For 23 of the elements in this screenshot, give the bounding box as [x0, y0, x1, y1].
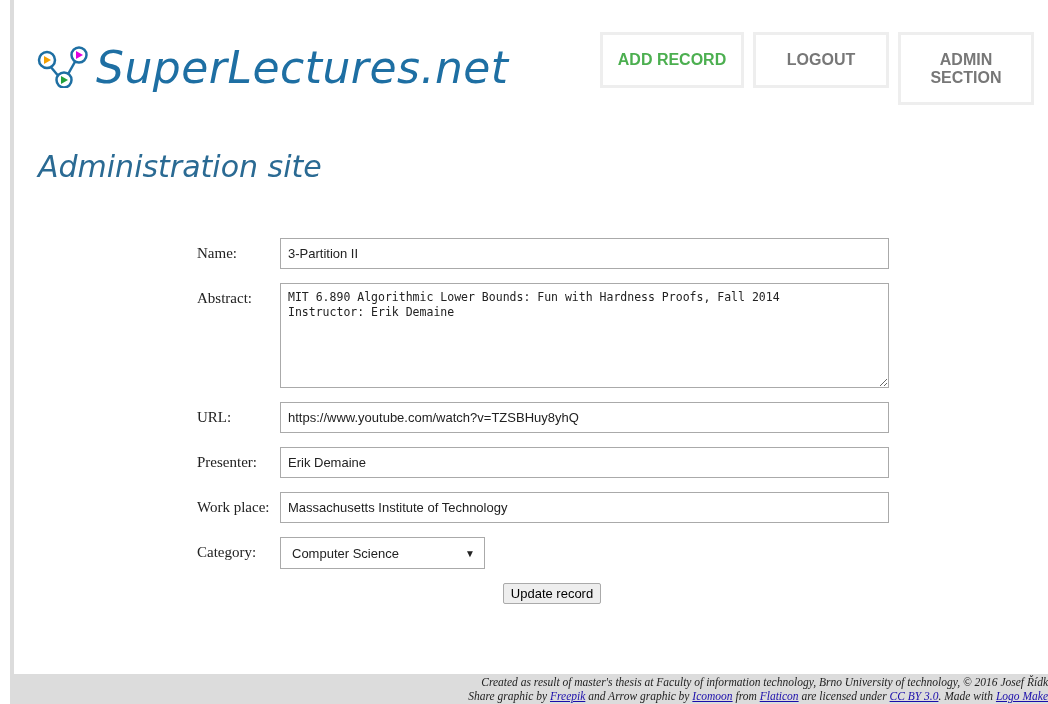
abstract-field[interactable]: MIT 6.890 Algorithmic Lower Bounds: Fun with Hardness Proofs, Fall 2014 Instructor: Erik Demaine: [280, 283, 889, 388]
field-label: Category:: [197, 543, 258, 561]
footer-link[interactable]: Logo Make: [995, 690, 1048, 702]
logo-text[interactable]: SuperLectures.net: [96, 41, 509, 93]
nav-button[interactable]: LOGOUT: [753, 32, 889, 88]
field-label: Abstract:: [197, 289, 253, 307]
page-heading: Administration site: [38, 149, 323, 184]
update-record-button[interactable]: Update record: [502, 583, 602, 604]
text-input-field[interactable]: 3-Partition II: [280, 238, 889, 269]
text-input-field[interactable]: Massachusetts Institute of Technology: [280, 492, 889, 523]
field-label: Name:: [197, 244, 238, 262]
field-label: Presenter:: [197, 453, 258, 471]
category-dropdown[interactable]: Computer Science ▼: [280, 537, 485, 569]
footer-link[interactable]: Icomoon: [692, 690, 733, 702]
nav-button[interactable]: ADMIN SECTION: [898, 32, 1034, 105]
footer-link[interactable]: Freepik: [550, 690, 586, 702]
text-input-field[interactable]: Erik Demaine: [280, 447, 889, 478]
footer-credit-text: Created as result of master's thesis at Faculty of information technology, Brno University of technology, © 2016 Josef Řídk: [481, 675, 1048, 689]
footer-link[interactable]: Flaticon: [759, 690, 799, 702]
field-label: URL:: [197, 408, 233, 426]
footer-license-text: Share graphic by Freepik and Arrow graphic by Icomoon from Flaticon are licensed under CC BY 3.0. Made with Logo Make: [468, 689, 1048, 703]
text-input-field[interactable]: https://www.youtube.com/watch?v=TZSBHuy8yhQ: [280, 402, 889, 433]
field-label: Work place:: [197, 498, 271, 516]
